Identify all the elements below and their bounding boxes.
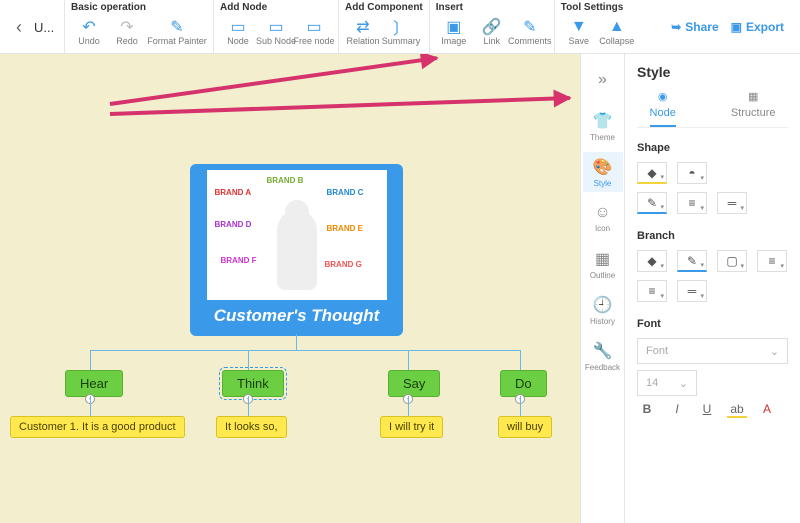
- font-size-select[interactable]: 14⌄: [637, 370, 697, 396]
- image-button[interactable]: ▣Image: [436, 15, 472, 49]
- group-tool-settings: Tool Settings ▼Save ▲Collapse: [554, 0, 641, 54]
- branch-style-tool[interactable]: ═▾: [677, 280, 707, 302]
- group-add-node: Add Node ▭Node ▭Sub Node ▭Free node: [213, 0, 338, 54]
- group-insert: Insert ▣Image 🔗Link ✎Comments: [429, 0, 554, 54]
- toolbar: ‹ U... Basic operation ↶Undo ↷Redo ✎Form…: [0, 0, 800, 54]
- child-node[interactable]: Customer 1. It is a good product: [10, 416, 185, 438]
- chevron-down-icon: ⌄: [679, 377, 688, 390]
- annotation-arrow: [110, 98, 570, 114]
- section-branch: Branch ◆▾ ✎▾ ▢▾ ≡▾ ≡▾ ═▾: [637, 230, 788, 302]
- smile-icon: ☺: [594, 204, 610, 222]
- border-color-tool[interactable]: ✎▾: [637, 192, 667, 214]
- back-button[interactable]: ‹: [4, 0, 34, 54]
- summary-button[interactable]: 〕Summary: [383, 15, 419, 49]
- tab-expand[interactable]: »: [583, 60, 623, 100]
- side-tabs: » 👕Theme 🎨Style ☺Icon ▦Outline 🕘History …: [580, 54, 625, 523]
- italic-button[interactable]: I: [667, 402, 687, 418]
- branch-fill-tool[interactable]: ◆▾: [637, 250, 667, 272]
- branch-color-tool[interactable]: ✎▾: [677, 250, 707, 272]
- branch-shape-tool[interactable]: ▢▾: [717, 250, 747, 272]
- link-button[interactable]: 🔗Link: [474, 15, 510, 49]
- grid-icon: ▦: [595, 249, 610, 269]
- child-node[interactable]: will buy: [498, 416, 552, 438]
- panel-tab-structure[interactable]: ▦Structure: [731, 90, 776, 127]
- branch-node-think[interactable]: Think: [222, 370, 284, 397]
- structure-icon: ▦: [748, 90, 758, 103]
- border-style-tool[interactable]: ═▾: [717, 192, 747, 214]
- tab-feedback[interactable]: 🔧Feedback: [583, 336, 623, 376]
- share-icon: ➥: [671, 20, 681, 34]
- relation-button[interactable]: ⇄Relation: [345, 15, 381, 49]
- font-family-select[interactable]: Font⌄: [637, 338, 788, 364]
- node-button[interactable]: ▭Node: [220, 15, 256, 49]
- group-basic-operation: Basic operation ↶Undo ↷Redo ✎Format Pain…: [64, 0, 213, 54]
- node-icon: ◉: [658, 90, 668, 103]
- style-panel: Style ◉Node ▦Structure Shape ◆▾ ◓▾ ✎▾ ≡▾…: [625, 54, 800, 523]
- branch-width-tool[interactable]: ≡▾: [637, 280, 667, 302]
- export-button[interactable]: ▣Export: [731, 20, 784, 34]
- tab-icon[interactable]: ☺Icon: [583, 198, 623, 238]
- branch-line-tool[interactable]: ≡▾: [757, 250, 787, 272]
- center-image: BRAND A BRAND B BRAND C BRAND D BRAND E …: [207, 170, 387, 300]
- highlight-button[interactable]: ab: [727, 402, 747, 418]
- canvas[interactable]: BRAND A BRAND B BRAND C BRAND D BRAND E …: [0, 54, 580, 523]
- undo-button[interactable]: ↶Undo: [71, 15, 107, 49]
- section-shape: Shape ◆▾ ◓▾ ✎▾ ≡▾ ═▾: [637, 142, 788, 214]
- group-add-component: Add Component ⇄Relation 〕Summary: [338, 0, 429, 54]
- center-title: Customer's Thought: [190, 300, 403, 336]
- format-painter-button[interactable]: ✎Format Painter: [147, 15, 207, 49]
- child-node[interactable]: It looks so,: [216, 416, 287, 438]
- branch-node-do[interactable]: Do: [500, 370, 547, 397]
- border-width-tool[interactable]: ≡▾: [677, 192, 707, 214]
- shape-tool[interactable]: ◓▾: [677, 162, 707, 184]
- palette-icon: 🎨: [593, 157, 613, 177]
- annotation-arrow: [110, 58, 437, 104]
- branch-node-hear[interactable]: Hear: [65, 370, 123, 397]
- sub-node-button[interactable]: ▭Sub Node: [258, 15, 294, 49]
- tab-style[interactable]: 🎨Style: [583, 152, 623, 192]
- right-actions: ➥Share ▣Export: [671, 0, 796, 54]
- text-color-button[interactable]: A: [757, 402, 777, 418]
- comments-button[interactable]: ✎Comments: [512, 15, 548, 49]
- underline-button[interactable]: U: [697, 402, 717, 418]
- bold-button[interactable]: B: [637, 402, 657, 418]
- share-button[interactable]: ➥Share: [671, 20, 718, 34]
- tab-history[interactable]: 🕘History: [583, 290, 623, 330]
- panel-tab-node[interactable]: ◉Node: [650, 90, 676, 127]
- panel-title: Style: [637, 64, 788, 80]
- tab-outline[interactable]: ▦Outline: [583, 244, 623, 284]
- chevron-down-icon: ⌄: [770, 345, 779, 358]
- save-button[interactable]: ▼Save: [561, 15, 597, 49]
- child-node[interactable]: I will try it: [380, 416, 443, 438]
- redo-button[interactable]: ↷Redo: [109, 15, 145, 49]
- export-icon: ▣: [731, 20, 742, 34]
- clock-icon: 🕘: [593, 295, 613, 315]
- collapse-button[interactable]: ▲Collapse: [599, 15, 635, 49]
- tab-theme[interactable]: 👕Theme: [583, 106, 623, 146]
- branch-node-say[interactable]: Say: [388, 370, 440, 397]
- fill-color-tool[interactable]: ◆▾: [637, 162, 667, 184]
- section-font: Font Font⌄ 14⌄ B I U ab A: [637, 318, 788, 418]
- shirt-icon: 👕: [593, 111, 613, 131]
- wrench-icon: 🔧: [593, 341, 613, 361]
- free-node-button[interactable]: ▭Free node: [296, 15, 332, 49]
- file-name[interactable]: U...: [34, 0, 64, 54]
- center-node[interactable]: BRAND A BRAND B BRAND C BRAND D BRAND E …: [190, 164, 403, 336]
